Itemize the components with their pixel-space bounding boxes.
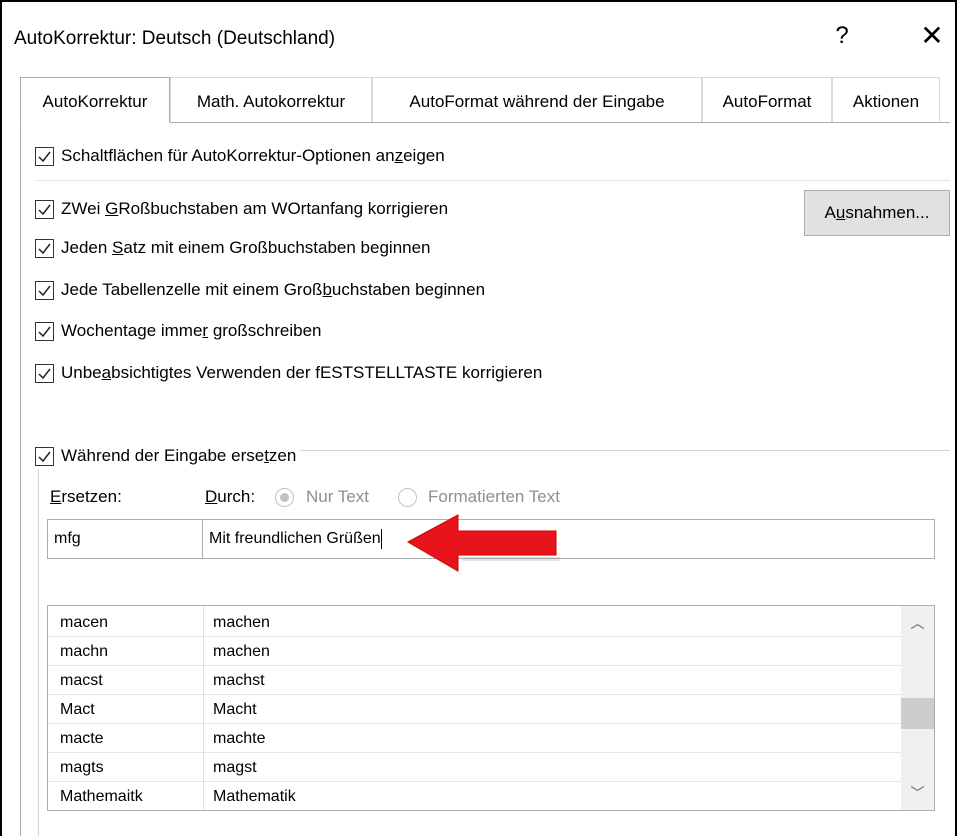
option-label: Während der Eingabe ersetzen: [61, 446, 297, 465]
list-item[interactable]: macte machte: [48, 724, 901, 753]
option-label: Jede Tabellenzelle mit einem Großbuchsta…: [61, 280, 486, 299]
exceptions-button[interactable]: Ausnahmen...: [804, 190, 950, 236]
checkbox-replace-typing[interactable]: [35, 446, 54, 466]
option-label: Unbeabsichtigtes Verwenden der fESTSTELL…: [61, 363, 543, 382]
list-item[interactable]: Mact Macht: [48, 695, 901, 724]
list-item[interactable]: machn machen: [48, 637, 901, 666]
window-title: AutoKorrektur: Deutsch (Deutschland): [14, 28, 336, 49]
capitalize-weekdays-option[interactable]: Wochentage immer großschreiben: [35, 318, 321, 344]
tab-strip: AutoKorrektur Math. Autokorrektur AutoFo…: [20, 77, 950, 123]
close-button[interactable]: ✕: [912, 16, 952, 56]
show-autocorrect-buttons-option[interactable]: Schaltflächen für AutoKorrektur-Optionen…: [35, 143, 445, 169]
checkbox-sentence[interactable]: [35, 238, 54, 258]
check-icon: [38, 326, 51, 337]
list-scrollbar[interactable]: ︿ ﹀: [901, 606, 934, 810]
radio-plain-text-label: Nur Text: [306, 487, 369, 506]
checkbox-table-cell[interactable]: [35, 280, 54, 300]
checkbox-show-buttons[interactable]: [35, 146, 54, 166]
option-label: Schaltflächen für AutoKorrektur-Optionen…: [61, 146, 445, 165]
replace-label: Ersetzen:: [50, 487, 122, 506]
checkbox-two-caps[interactable]: [35, 199, 54, 219]
scrollbar-thumb[interactable]: [901, 698, 934, 729]
check-icon: [38, 151, 51, 162]
list-item[interactable]: macen machen: [48, 608, 901, 637]
with-input[interactable]: Mit freundlichen Grüßen: [202, 519, 935, 559]
check-icon: [38, 451, 51, 462]
help-button[interactable]: ?: [822, 16, 862, 56]
list-item[interactable]: magts magst: [48, 753, 901, 782]
checkbox-caps-lock[interactable]: [35, 363, 54, 383]
replace-input[interactable]: mfg: [47, 519, 203, 559]
autocorrect-entries-list[interactable]: macen machen machn machen macst machst Mact…: [47, 605, 935, 811]
check-icon: [38, 243, 51, 254]
column-divider: [203, 606, 204, 810]
check-icon: [38, 204, 51, 215]
tab-autokorrektur[interactable]: AutoKorrektur: [20, 77, 170, 123]
list-item[interactable]: Mathemaitk Mathematik: [48, 782, 901, 810]
radio-formatted-text-label: Formatierten Text: [428, 487, 560, 506]
tab-autoformat[interactable]: AutoFormat: [702, 77, 832, 123]
with-input-value: Mit freundlichen Grüßen: [209, 530, 381, 547]
autocorrect-dialog: AutoKorrektur: Deutsch (Deutschland) ? ✕…: [0, 0, 957, 836]
with-label: Durch:: [205, 487, 256, 506]
option-label: ZWei GRoßbuchstaben am WOrtanfang korrig…: [61, 199, 449, 218]
checkbox-weekdays[interactable]: [35, 321, 54, 341]
option-label: Jeden Satz mit einem Großbuchstaben begi…: [61, 238, 431, 257]
radio-formatted-text[interactable]: [398, 488, 417, 507]
check-icon: [38, 368, 51, 379]
tab-autoformat-eingabe[interactable]: AutoFormat während der Eingabe: [372, 77, 702, 123]
check-icon: [38, 285, 51, 296]
two-initial-caps-option[interactable]: ZWei GRoßbuchstaben am WOrtanfang korrig…: [35, 196, 448, 222]
option-label: Wochentage immer großschreiben: [61, 321, 322, 340]
replace-while-typing-option[interactable]: Während der Eingabe ersetzen: [35, 443, 301, 469]
separator: [35, 180, 950, 181]
scroll-up-icon[interactable]: ︿: [901, 608, 934, 638]
title-bar: AutoKorrektur: Deutsch (Deutschland) ? ✕: [2, 2, 955, 72]
text-cursor: [380, 528, 382, 549]
list-item[interactable]: macst machst: [48, 666, 901, 695]
scroll-down-icon[interactable]: ﹀: [901, 778, 934, 808]
tab-math-autokorrektur[interactable]: Math. Autokorrektur: [170, 77, 372, 123]
tab-aktionen[interactable]: Aktionen: [832, 77, 940, 123]
capitalize-sentence-option[interactable]: Jeden Satz mit einem Großbuchstaben begi…: [35, 235, 431, 261]
red-arrow-left-icon: [406, 514, 560, 575]
caps-lock-option[interactable]: Unbeabsichtigtes Verwenden der fESTSTELL…: [35, 360, 542, 386]
capitalize-table-cell-option[interactable]: Jede Tabellenzelle mit einem Großbuchsta…: [35, 277, 485, 303]
radio-plain-text[interactable]: [275, 488, 294, 507]
